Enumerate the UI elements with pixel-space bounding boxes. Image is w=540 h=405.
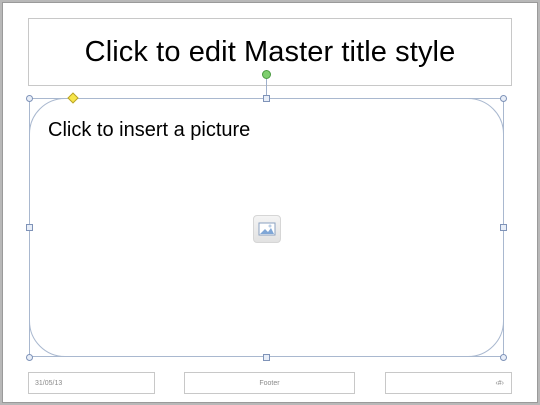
- resize-handle-right[interactable]: [500, 224, 507, 231]
- resize-handle-bottom[interactable]: [263, 354, 270, 361]
- insert-picture-icon[interactable]: [253, 215, 281, 243]
- date-placeholder[interactable]: 31/05/13: [28, 372, 155, 394]
- slide-number-placeholder[interactable]: ‹#›: [385, 372, 512, 394]
- resize-handle-top[interactable]: [263, 95, 270, 102]
- footer-text: Footer: [259, 379, 280, 387]
- slide-number-text: ‹#›: [495, 379, 504, 387]
- title-placeholder-text: Click to edit Master title style: [84, 35, 456, 68]
- rotation-handle-stem: [266, 79, 267, 96]
- slide-master-canvas[interactable]: Click to edit Master title style Click t…: [3, 3, 537, 402]
- resize-handle-top-left[interactable]: [26, 95, 33, 102]
- rotation-handle[interactable]: [262, 70, 271, 79]
- picture-placeholder-text: Click to insert a picture: [48, 119, 251, 141]
- resize-handle-bottom-right[interactable]: [500, 354, 507, 361]
- date-text: 31/05/13: [35, 379, 63, 387]
- resize-handle-top-right[interactable]: [500, 95, 507, 102]
- footer-placeholder[interactable]: Footer: [184, 372, 355, 394]
- resize-handle-left[interactable]: [26, 224, 33, 231]
- resize-handle-bottom-left[interactable]: [26, 354, 33, 361]
